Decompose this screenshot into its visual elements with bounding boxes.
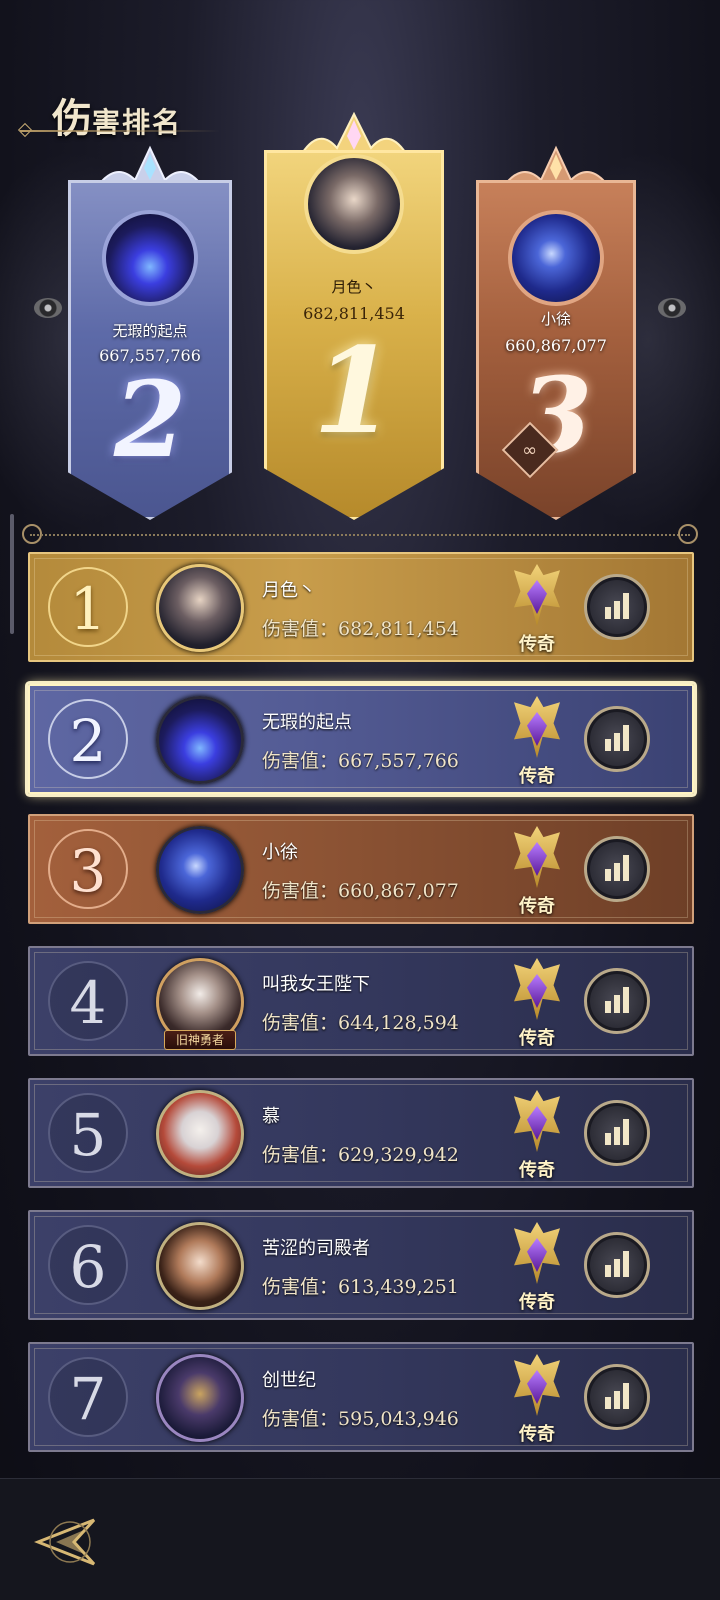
tier-label: 传奇	[519, 766, 555, 787]
rank-row-2[interactable]: 2 无瑕的起点 伤害值：667,557,766 传奇	[28, 684, 694, 794]
podium-first[interactable]: 月色丶 682,811,454 1	[264, 110, 444, 520]
damage-label: 伤害值：	[262, 618, 339, 640]
bottom-bar	[0, 1478, 720, 1600]
damage-value: 伤害值：595,043,946	[262, 1404, 459, 1431]
background-eye-left	[34, 298, 62, 318]
stats-button[interactable]	[584, 706, 650, 772]
damage-value: 伤害值：682,811,454	[262, 614, 459, 641]
tier-label: 传奇	[519, 1424, 555, 1445]
background-eye-right	[658, 298, 686, 318]
damage-label: 伤害值：	[262, 1012, 339, 1034]
rank-row-1[interactable]: 1 月色丶 伤害值：682,811,454 传奇	[28, 552, 694, 662]
legend-tier-badge: 传奇	[508, 954, 566, 1050]
back-arrow-icon[interactable]	[34, 1514, 104, 1570]
scrollbar[interactable]	[10, 514, 14, 634]
stats-button[interactable]	[584, 574, 650, 640]
podium-third-rank: 3	[519, 354, 593, 477]
damage-number: 660,867,077	[338, 880, 459, 902]
damage-value: 伤害值：629,329,942	[262, 1140, 459, 1167]
player-name: 无瑕的起点	[262, 712, 352, 733]
damage-number: 629,329,942	[338, 1144, 459, 1166]
rank-row-5[interactable]: 5 慕 伤害值：629,329,942 传奇	[28, 1078, 694, 1188]
player-avatar[interactable]	[156, 1354, 244, 1442]
damage-label: 伤害值：	[262, 880, 339, 902]
stats-button[interactable]	[584, 1100, 650, 1166]
rank-number: 2	[48, 699, 128, 779]
damage-number: 644,128,594	[338, 1012, 459, 1034]
stats-button[interactable]	[584, 1232, 650, 1298]
podium-first-name: 月色丶	[331, 278, 377, 296]
divider-cap-right	[678, 524, 698, 544]
rank-row-4[interactable]: 4 旧神勇者 叫我女王陛下 伤害值：644,128,594 传奇	[28, 946, 694, 1056]
player-avatar[interactable]	[156, 1090, 244, 1178]
legend-tier-badge: 传奇	[508, 1086, 566, 1182]
damage-value: 伤害值：644,128,594	[262, 1008, 459, 1035]
rank-number: 6	[48, 1225, 128, 1305]
podium-second-avatar	[102, 210, 198, 306]
legend-tier-badge: 传奇	[508, 692, 566, 788]
podium-second-name: 无瑕的起点	[112, 322, 188, 340]
stats-button[interactable]	[584, 836, 650, 902]
stats-button[interactable]	[584, 1364, 650, 1430]
podium-third-score: 660,867,077	[505, 336, 607, 355]
damage-number: 667,557,766	[338, 750, 459, 772]
podium-third-name: 小徐	[540, 310, 571, 328]
damage-value: 伤害值：667,557,766	[262, 746, 459, 773]
damage-label: 伤害值：	[262, 750, 339, 772]
player-name: 创世纪	[262, 1370, 316, 1391]
rank-number: 3	[48, 829, 128, 909]
player-name: 苦涩的司殿者	[262, 1238, 370, 1259]
page-title: 伤 害排名	[52, 86, 182, 144]
tier-label: 传奇	[519, 1028, 555, 1049]
player-name: 月色丶	[262, 580, 316, 601]
player-name: 小徐	[262, 842, 298, 863]
damage-value: 伤害值：613,439,251	[262, 1272, 459, 1299]
rank-number: 5	[48, 1093, 128, 1173]
legend-tier-badge: 传奇	[508, 560, 566, 656]
podium-third[interactable]: 小徐 660,867,077 3 ∞	[476, 140, 636, 520]
podium-first-avatar	[304, 154, 404, 254]
player-name: 叫我女王陛下	[262, 974, 370, 995]
damage-number: 595,043,946	[338, 1408, 459, 1430]
podium-second[interactable]: 无瑕的起点 667,557,766 2	[68, 140, 232, 520]
damage-value: 伤害值：660,867,077	[262, 876, 459, 903]
avatar-title-badge: 旧神勇者	[164, 1030, 236, 1050]
legend-tier-badge: 传奇	[508, 1350, 566, 1446]
stats-button[interactable]	[584, 968, 650, 1034]
damage-label: 伤害值：	[262, 1408, 339, 1430]
tier-label: 传奇	[519, 896, 555, 917]
tier-label: 传奇	[519, 1160, 555, 1181]
rank-number: 4	[48, 961, 128, 1041]
player-avatar[interactable]	[156, 826, 244, 914]
damage-label: 伤害值：	[262, 1276, 339, 1298]
rank-number: 7	[48, 1357, 128, 1437]
player-avatar[interactable]	[156, 564, 244, 652]
rank-row-3[interactable]: 3 小徐 伤害值：660,867,077 传奇	[28, 814, 694, 924]
rank-row-7[interactable]: 7 创世纪 伤害值：595,043,946 传奇	[28, 1342, 694, 1452]
tier-label: 传奇	[519, 634, 555, 655]
page-title-rest: 害排名	[92, 106, 183, 139]
podium-first-rank: 1	[312, 321, 396, 460]
legend-tier-badge: 传奇	[508, 1218, 566, 1314]
podium-second-rank: 2	[113, 358, 187, 481]
title-underline	[20, 130, 220, 132]
rank-row-6[interactable]: 6 苦涩的司殿者 伤害值：613,439,251 传奇	[28, 1210, 694, 1320]
player-name: 慕	[262, 1106, 280, 1127]
rank-number: 1	[48, 567, 128, 647]
player-avatar[interactable]	[156, 1222, 244, 1310]
page-title-initial: 伤	[52, 95, 92, 142]
damage-label: 伤害值：	[262, 1144, 339, 1166]
damage-number: 682,811,454	[338, 618, 459, 640]
damage-number: 613,439,251	[338, 1276, 459, 1298]
tier-label: 传奇	[519, 1292, 555, 1313]
section-divider	[30, 534, 690, 536]
player-avatar[interactable]	[156, 696, 244, 784]
podium-third-avatar	[508, 210, 604, 306]
legend-tier-badge: 传奇	[508, 822, 566, 918]
